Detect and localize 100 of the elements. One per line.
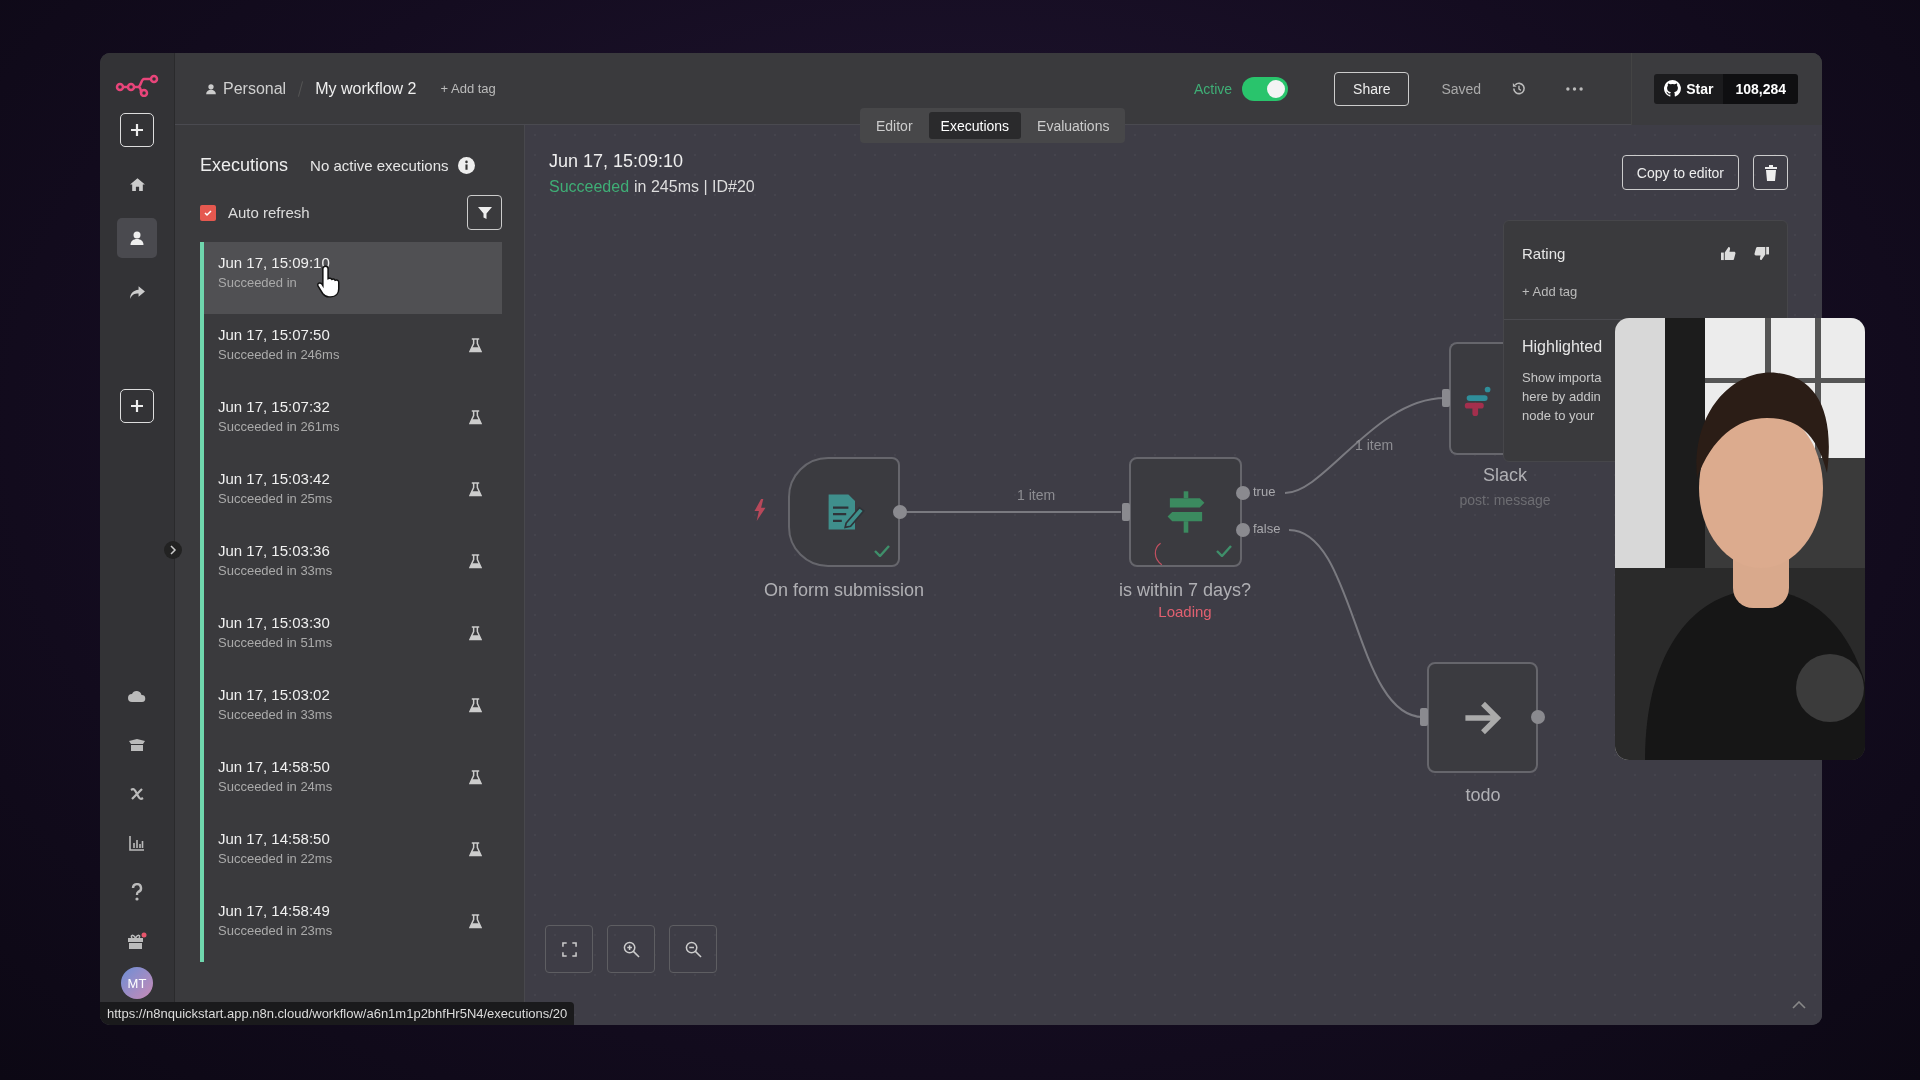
node-name: todo [1465, 785, 1501, 806]
execution-time: Jun 17, 15:03:42 [218, 470, 331, 487]
help-icon[interactable] [131, 882, 143, 901]
active-executions-status: No active executions [310, 156, 449, 174]
workflow-node[interactable] [1449, 342, 1503, 455]
execution-item[interactable]: Jun 17, 14:58:50 Succeeded in 24ms [204, 746, 502, 818]
execution-item[interactable]: Jun 17, 15:09:10 Succeeded in [204, 242, 502, 314]
execution-summary: in 245ms | ID#20 [634, 178, 755, 196]
execution-status: Succeeded in 33ms [218, 707, 333, 722]
zoom-out-icon [684, 940, 702, 958]
execution-time: Jun 17, 15:09:10 [218, 254, 330, 271]
execution-status: Succeeded in 25ms [218, 491, 333, 506]
workflow-node[interactable] [1129, 457, 1242, 567]
execution-date: Jun 17, 15:09:10 [549, 151, 685, 172]
node-name: Slack [1483, 465, 1527, 486]
delete-button[interactable] [1753, 155, 1788, 190]
output-handle[interactable] [893, 505, 907, 519]
home-icon[interactable] [128, 175, 146, 193]
input-handle[interactable] [1122, 503, 1130, 521]
execution-status: Succeeded in 261ms [218, 419, 340, 434]
person-icon[interactable] [129, 230, 145, 246]
project-link[interactable]: Personal [223, 79, 287, 98]
execution-status: Succeeded in 23ms [218, 923, 333, 938]
zoom-in-icon [622, 940, 640, 958]
execution-item[interactable]: Jun 17, 15:03:02 Succeeded in 33ms [204, 674, 502, 746]
add-button[interactable] [120, 113, 154, 147]
execution-time: Jun 17, 15:07:32 [218, 398, 331, 415]
copy-to-editor-button[interactable]: Copy to editor [1621, 155, 1739, 190]
filter-button[interactable] [467, 195, 502, 230]
fit-view-button[interactable] [545, 925, 593, 973]
github-icon [1664, 80, 1682, 97]
add-tag-link[interactable]: + Add tag [440, 81, 496, 96]
execution-item[interactable]: Jun 17, 14:58:50 Succeeded in 22ms [204, 818, 502, 890]
flask-icon[interactable] [469, 913, 482, 929]
input-handle[interactable] [1442, 389, 1450, 407]
execution-time: Jun 17, 14:58:50 [218, 830, 331, 847]
execution-item[interactable]: Jun 17, 15:03:30 Succeeded in 51ms [204, 602, 502, 674]
output-handle[interactable] [1236, 486, 1250, 500]
flask-icon[interactable] [469, 841, 482, 857]
input-handle[interactable] [1420, 708, 1428, 726]
output-handle[interactable] [1236, 523, 1250, 537]
info-icon[interactable] [458, 156, 476, 174]
flask-icon[interactable] [469, 409, 482, 425]
auto-refresh-checkbox[interactable]: Auto refresh [200, 204, 310, 221]
execution-status: Succeeded in [218, 275, 298, 290]
output-handle[interactable] [1531, 710, 1545, 724]
execution-item[interactable]: Jun 17, 15:07:32 Succeeded in 261ms [204, 386, 502, 458]
check-icon [203, 207, 213, 218]
flask-icon[interactable] [469, 697, 482, 713]
more-options-icon[interactable] [1566, 86, 1584, 91]
chart-icon[interactable] [129, 834, 145, 851]
execution-time: Jun 17, 15:03:36 [218, 542, 331, 559]
variable-icon[interactable] [129, 785, 145, 802]
add-button[interactable] [120, 389, 154, 423]
execution-time: Jun 17, 15:07:50 [218, 326, 331, 343]
trash-icon [1763, 164, 1778, 181]
history-icon[interactable] [1511, 81, 1527, 96]
flask-icon[interactable] [469, 553, 482, 569]
execution-item[interactable]: Jun 17, 15:03:36 Succeeded in 33ms [204, 530, 502, 602]
thumbs-down-icon[interactable] [1754, 246, 1769, 261]
execution-time: Jun 17, 15:03:30 [218, 614, 331, 631]
flask-icon[interactable] [469, 481, 482, 497]
node-name: is within 7 days? [1118, 580, 1252, 601]
lightning-icon [753, 499, 767, 521]
thumbs-up-icon[interactable] [1721, 246, 1736, 261]
flask-icon[interactable] [469, 337, 482, 353]
fit-view-icon [561, 941, 577, 957]
github-star-button[interactable]: Star [1654, 73, 1724, 104]
node-name: On form submission [763, 580, 925, 601]
chevron-up-icon[interactable] [1792, 1001, 1806, 1009]
view-tab[interactable]: Editor [864, 112, 925, 139]
execution-item[interactable]: Jun 17, 15:03:42 Succeeded in 25ms [204, 458, 502, 530]
expand-chevron-icon[interactable] [164, 541, 182, 559]
flask-icon[interactable] [469, 769, 482, 785]
logo-icon[interactable] [115, 73, 159, 97]
execution-status: Succeeded in 33ms [218, 563, 333, 578]
box-icon[interactable] [128, 737, 146, 752]
output-label: false [1253, 521, 1281, 536]
item-count-label: 1 item [1017, 487, 1056, 503]
view-tab[interactable]: Executions [928, 112, 1022, 139]
cloud-icon[interactable] [128, 689, 146, 702]
execution-item[interactable]: Jun 17, 14:58:49 Succeeded in 23ms [204, 890, 502, 962]
view-tab[interactable]: Evaluations [1025, 112, 1122, 139]
workflow-name[interactable]: My workflow 2 [315, 79, 417, 98]
zoom-out-button[interactable] [669, 925, 717, 973]
zoom-in-button[interactable] [607, 925, 655, 973]
workflow-node[interactable] [1427, 662, 1538, 773]
saved-status: Saved [1441, 80, 1482, 97]
add-tag-link[interactable]: + Add tag [1522, 284, 1769, 299]
active-toggle[interactable] [1242, 76, 1289, 101]
workflow-node[interactable] [788, 457, 900, 567]
gift-icon[interactable] [127, 931, 147, 950]
link-url-tooltip: https://n8nquickstart.app.n8n.cloud/workflow/a6n1m1p2bhfHr5N4/executions/20 [100, 1002, 575, 1025]
hint-text: here by addin [1522, 389, 1602, 404]
flask-icon[interactable] [469, 625, 482, 641]
rating-label: Rating [1522, 245, 1566, 262]
execution-time: Jun 17, 14:58:50 [218, 758, 331, 775]
filter-icon [476, 204, 493, 221]
execution-item[interactable]: Jun 17, 15:07:50 Succeeded in 246ms [204, 314, 502, 386]
share-button[interactable]: Share [1334, 71, 1410, 106]
